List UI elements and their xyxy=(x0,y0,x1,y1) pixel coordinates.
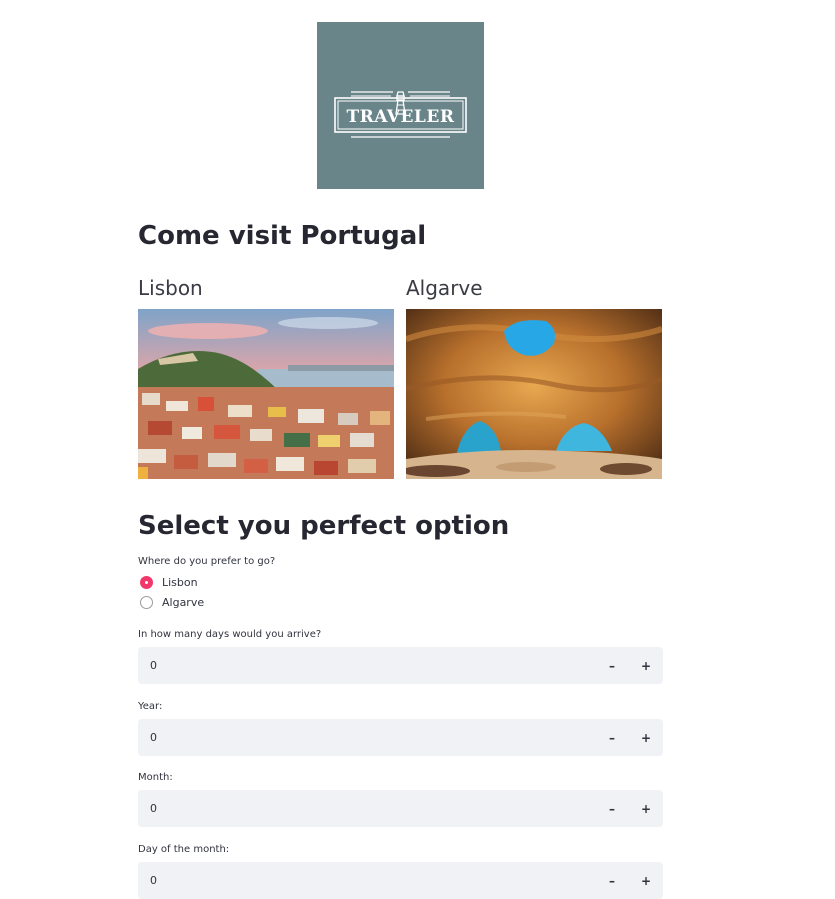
radio-label-algarve: Algarve xyxy=(162,595,205,609)
form-title: Select you perfect option xyxy=(138,511,510,541)
days-increment-button[interactable]: + xyxy=(631,647,661,684)
month-number-input[interactable]: 0 – + xyxy=(138,790,663,827)
day-value[interactable]: 0 xyxy=(150,862,157,899)
logo-text: TRAVELER xyxy=(346,106,455,127)
day-field-label: Day of the month: xyxy=(138,844,230,855)
radio-option-lisbon[interactable]: Lisbon xyxy=(140,574,198,590)
month-value[interactable]: 0 xyxy=(150,790,157,827)
year-field-label: Year: xyxy=(138,701,163,712)
radio-option-algarve[interactable]: Algarve xyxy=(140,594,204,610)
days-number-input[interactable]: 0 – + xyxy=(138,647,663,684)
lisbon-photo xyxy=(138,309,394,479)
year-decrement-button[interactable]: – xyxy=(597,719,627,756)
algarve-photo xyxy=(406,309,662,479)
day-decrement-button[interactable]: – xyxy=(597,862,627,899)
days-decrement-button[interactable]: – xyxy=(597,647,627,684)
radio-label-lisbon: Lisbon xyxy=(162,575,198,589)
days-field-label: In how many days would you arrive? xyxy=(138,629,322,640)
day-number-input[interactable]: 0 – + xyxy=(138,862,663,899)
page-title: Come visit Portugal xyxy=(138,221,427,251)
radio-button-checked[interactable] xyxy=(140,575,153,589)
days-value[interactable]: 0 xyxy=(150,647,157,684)
year-value[interactable]: 0 xyxy=(150,719,157,756)
month-increment-button[interactable]: + xyxy=(631,790,661,827)
traveler-logo: TRAVELER xyxy=(317,22,484,189)
radio-button-unchecked[interactable] xyxy=(140,595,153,609)
day-increment-button[interactable]: + xyxy=(631,862,661,899)
destination-question-label: Where do you prefer to go? xyxy=(138,556,276,567)
month-field-label: Month: xyxy=(138,772,173,783)
year-number-input[interactable]: 0 – + xyxy=(138,719,663,756)
year-increment-button[interactable]: + xyxy=(631,719,661,756)
destination-heading-lisbon: Lisbon xyxy=(138,276,203,300)
destination-heading-algarve: Algarve xyxy=(406,276,483,300)
month-decrement-button[interactable]: – xyxy=(597,790,627,827)
